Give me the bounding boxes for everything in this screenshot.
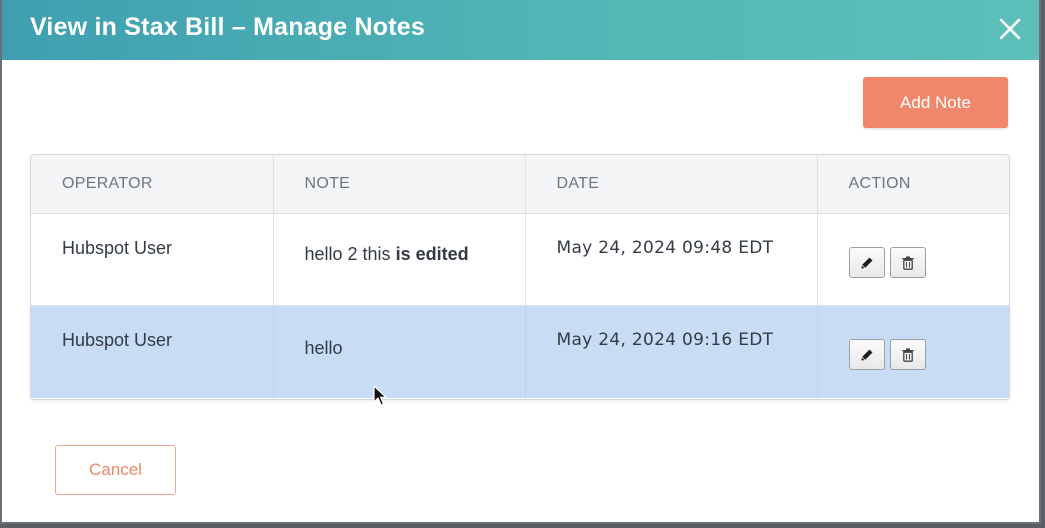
operator-cell: Hubspot User <box>31 213 274 306</box>
add-note-button[interactable]: Add Note <box>863 77 1008 128</box>
note-text-bold: is edited <box>395 244 469 264</box>
close-button[interactable] <box>995 14 1025 44</box>
note-text: hello <box>304 338 343 358</box>
edit-note-button[interactable] <box>848 339 885 370</box>
table-row[interactable]: Hubspot User hello 2 this is edited May … <box>31 213 1009 306</box>
note-text: hello 2 this <box>304 244 396 264</box>
delete-note-button[interactable] <box>889 339 926 370</box>
delete-note-button[interactable] <box>889 247 926 278</box>
action-cell <box>817 305 1009 398</box>
column-header-action: ACTION <box>817 155 1009 214</box>
date-cell: May 24, 2024 09:48 EDT <box>525 213 818 306</box>
action-cell <box>817 213 1009 306</box>
table-header-row: OPERATOR NOTE DATE ACTION <box>31 155 1009 214</box>
date-cell: May 24, 2024 09:16 EDT <box>525 305 818 398</box>
mouse-cursor-icon <box>373 385 387 406</box>
dialog-header: View in Stax Bill – Manage Notes <box>2 0 1039 60</box>
column-header-date[interactable]: DATE <box>525 155 818 214</box>
table-row[interactable]: Hubspot User hello May 24, 2024 09:16 ED… <box>31 305 1009 398</box>
note-cell: hello 2 this is edited <box>273 213 526 306</box>
close-icon <box>999 18 1021 40</box>
dialog-title: View in Stax Bill – Manage Notes <box>30 13 425 41</box>
operator-cell: Hubspot User <box>31 305 274 398</box>
pencil-icon <box>861 257 872 268</box>
cancel-button[interactable]: Cancel <box>55 445 176 495</box>
edit-note-button[interactable] <box>848 247 885 278</box>
manage-notes-dialog: View in Stax Bill – Manage Notes Add Not… <box>0 0 1041 524</box>
trash-icon <box>902 256 913 270</box>
column-header-operator[interactable]: OPERATOR <box>31 155 274 214</box>
pencil-icon <box>861 349 872 360</box>
note-cell: hello <box>273 305 526 398</box>
column-header-note[interactable]: NOTE <box>273 155 526 214</box>
notes-table: OPERATOR NOTE DATE ACTION Hubspot User h… <box>30 154 1010 400</box>
trash-icon <box>902 348 913 362</box>
